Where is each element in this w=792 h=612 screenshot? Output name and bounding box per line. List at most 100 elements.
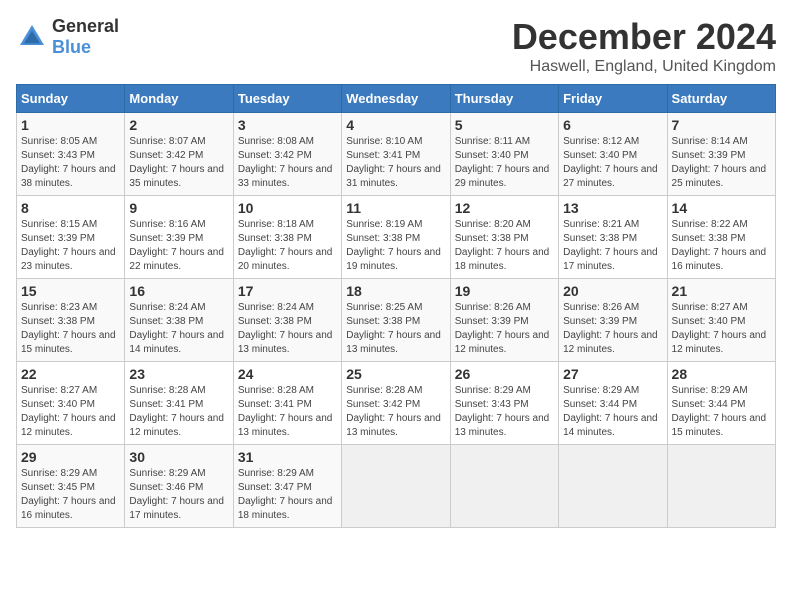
day-info: Sunrise: 8:20 AMSunset: 3:38 PMDaylight:… — [455, 218, 554, 274]
day-info: Sunrise: 8:28 AMSunset: 3:41 PMDaylight:… — [129, 384, 228, 440]
calendar-day-cell: 12 Sunrise: 8:20 AMSunset: 3:38 PMDayligh… — [450, 196, 558, 279]
calendar-day-cell: 27 Sunrise: 8:29 AMSunset: 3:44 PMDayligh… — [559, 362, 667, 445]
day-info: Sunrise: 8:29 AMSunset: 3:44 PMDaylight:… — [672, 384, 771, 440]
day-info: Sunrise: 8:29 AMSunset: 3:46 PMDaylight:… — [129, 467, 228, 523]
day-number: 30 — [129, 449, 228, 465]
day-number: 14 — [672, 200, 771, 216]
calendar-week-row: 22 Sunrise: 8:27 AMSunset: 3:40 PMDayligh… — [17, 362, 776, 445]
month-title: December 2024 — [512, 16, 776, 58]
calendar-day-cell — [450, 445, 558, 528]
day-info: Sunrise: 8:05 AMSunset: 3:43 PMDaylight:… — [21, 135, 120, 191]
title-section: December 2024 Haswell, England, United K… — [512, 16, 776, 76]
day-info: Sunrise: 8:23 AMSunset: 3:38 PMDaylight:… — [21, 301, 120, 357]
weekday-header: Thursday — [450, 85, 558, 113]
logo-icon — [16, 21, 48, 53]
calendar-day-cell: 24Sunrise: 8:28 AMSunset: 3:41 PMDayligh… — [233, 362, 341, 445]
day-info: Sunrise: 8:19 AMSunset: 3:38 PMDaylight:… — [346, 218, 445, 274]
calendar-day-cell: 6Sunrise: 8:12 AMSunset: 3:40 PMDaylight… — [559, 113, 667, 196]
weekday-header: Friday — [559, 85, 667, 113]
day-number: 16 — [129, 283, 228, 299]
day-info: Sunrise: 8:21 AMSunset: 3:38 PMDaylight:… — [563, 218, 662, 274]
day-number: 20 — [563, 283, 662, 299]
day-number: 4 — [346, 117, 445, 133]
day-info: Sunrise: 8:07 AMSunset: 3:42 PMDaylight:… — [129, 135, 228, 191]
calendar-day-cell: 26 Sunrise: 8:29 AMSunset: 3:43 PMDayligh… — [450, 362, 558, 445]
calendar-table: SundayMondayTuesdayWednesdayThursdayFrid… — [16, 84, 776, 528]
day-info: Sunrise: 8:26 AMSunset: 3:39 PMDaylight:… — [455, 301, 554, 357]
day-info: Sunrise: 8:28 AMSunset: 3:42 PMDaylight:… — [346, 384, 445, 440]
day-number: 2 — [129, 117, 228, 133]
calendar-day-cell: 18 Sunrise: 8:25 AMSunset: 3:38 PMDayligh… — [342, 279, 450, 362]
day-info: Sunrise: 8:26 AMSunset: 3:39 PMDaylight:… — [563, 301, 662, 357]
calendar-day-cell: 7Sunrise: 8:14 AMSunset: 3:39 PMDaylight… — [667, 113, 775, 196]
calendar-day-cell: 22 Sunrise: 8:27 AMSunset: 3:40 PMDayligh… — [17, 362, 125, 445]
day-number: 31 — [238, 449, 337, 465]
calendar-week-row: 29 Sunrise: 8:29 AMSunset: 3:45 PMDayligh… — [17, 445, 776, 528]
calendar-header: SundayMondayTuesdayWednesdayThursdayFrid… — [17, 85, 776, 113]
weekday-header: Wednesday — [342, 85, 450, 113]
day-number: 22 — [21, 366, 120, 382]
day-info: Sunrise: 8:27 AMSunset: 3:40 PMDaylight:… — [21, 384, 120, 440]
day-info: Sunrise: 8:25 AMSunset: 3:38 PMDaylight:… — [346, 301, 445, 357]
day-info: Sunrise: 8:29 AMSunset: 3:43 PMDaylight:… — [455, 384, 554, 440]
calendar-day-cell: 9 Sunrise: 8:16 AMSunset: 3:39 PMDaylight… — [125, 196, 233, 279]
day-info: Sunrise: 8:11 AMSunset: 3:40 PMDaylight:… — [455, 135, 554, 191]
day-number: 21 — [672, 283, 771, 299]
calendar-day-cell: 16 Sunrise: 8:24 AMSunset: 3:38 PMDayligh… — [125, 279, 233, 362]
logo: General Blue — [16, 16, 119, 58]
calendar-day-cell: 29 Sunrise: 8:29 AMSunset: 3:45 PMDayligh… — [17, 445, 125, 528]
day-number: 13 — [563, 200, 662, 216]
calendar-day-cell: 28 Sunrise: 8:29 AMSunset: 3:44 PMDayligh… — [667, 362, 775, 445]
day-number: 1 — [21, 117, 120, 133]
calendar-day-cell — [667, 445, 775, 528]
calendar-day-cell: 31 Sunrise: 8:29 AMSunset: 3:47 PMDayligh… — [233, 445, 341, 528]
day-number: 10 — [238, 200, 337, 216]
calendar-week-row: 1 Sunrise: 8:05 AMSunset: 3:43 PMDaylight… — [17, 113, 776, 196]
weekday-header: Sunday — [17, 85, 125, 113]
day-info: Sunrise: 8:12 AMSunset: 3:40 PMDaylight:… — [563, 135, 662, 191]
calendar-day-cell: 21 Sunrise: 8:27 AMSunset: 3:40 PMDayligh… — [667, 279, 775, 362]
day-number: 12 — [455, 200, 554, 216]
day-info: Sunrise: 8:24 AMSunset: 3:38 PMDaylight:… — [129, 301, 228, 357]
day-info: Sunrise: 8:10 AMSunset: 3:41 PMDaylight:… — [346, 135, 445, 191]
calendar-day-cell: 20 Sunrise: 8:26 AMSunset: 3:39 PMDayligh… — [559, 279, 667, 362]
day-info: Sunrise: 8:08 AMSunset: 3:42 PMDaylight:… — [238, 135, 337, 191]
calendar-day-cell: 11 Sunrise: 8:19 AMSunset: 3:38 PMDayligh… — [342, 196, 450, 279]
calendar-day-cell: 5 Sunrise: 8:11 AMSunset: 3:40 PMDaylight… — [450, 113, 558, 196]
day-info: Sunrise: 8:27 AMSunset: 3:40 PMDaylight:… — [672, 301, 771, 357]
day-number: 27 — [563, 366, 662, 382]
day-info: Sunrise: 8:18 AMSunset: 3:38 PMDaylight:… — [238, 218, 337, 274]
calendar-day-cell: 14Sunrise: 8:22 AMSunset: 3:38 PMDayligh… — [667, 196, 775, 279]
day-number: 9 — [129, 200, 228, 216]
day-number: 8 — [21, 200, 120, 216]
day-number: 11 — [346, 200, 445, 216]
calendar-day-cell: 2 Sunrise: 8:07 AMSunset: 3:42 PMDaylight… — [125, 113, 233, 196]
calendar-day-cell: 30 Sunrise: 8:29 AMSunset: 3:46 PMDayligh… — [125, 445, 233, 528]
day-info: Sunrise: 8:29 AMSunset: 3:47 PMDaylight:… — [238, 467, 337, 523]
calendar-day-cell: 8 Sunrise: 8:15 AMSunset: 3:39 PMDaylight… — [17, 196, 125, 279]
day-number: 18 — [346, 283, 445, 299]
calendar-day-cell: 1 Sunrise: 8:05 AMSunset: 3:43 PMDaylight… — [17, 113, 125, 196]
calendar-day-cell — [559, 445, 667, 528]
day-number: 29 — [21, 449, 120, 465]
logo-blue: Blue — [52, 37, 91, 57]
day-number: 15 — [21, 283, 120, 299]
day-info: Sunrise: 8:29 AMSunset: 3:45 PMDaylight:… — [21, 467, 120, 523]
calendar-day-cell: 15 Sunrise: 8:23 AMSunset: 3:38 PMDayligh… — [17, 279, 125, 362]
day-info: Sunrise: 8:15 AMSunset: 3:39 PMDaylight:… — [21, 218, 120, 274]
day-info: Sunrise: 8:28 AMSunset: 3:41 PMDaylight:… — [238, 384, 337, 440]
day-number: 5 — [455, 117, 554, 133]
day-number: 7 — [672, 117, 771, 133]
weekday-header: Monday — [125, 85, 233, 113]
day-info: Sunrise: 8:16 AMSunset: 3:39 PMDaylight:… — [129, 218, 228, 274]
day-number: 26 — [455, 366, 554, 382]
day-number: 28 — [672, 366, 771, 382]
day-number: 25 — [346, 366, 445, 382]
day-info: Sunrise: 8:29 AMSunset: 3:44 PMDaylight:… — [563, 384, 662, 440]
day-info: Sunrise: 8:24 AMSunset: 3:38 PMDaylight:… — [238, 301, 337, 357]
weekday-header: Tuesday — [233, 85, 341, 113]
calendar-week-row: 15 Sunrise: 8:23 AMSunset: 3:38 PMDayligh… — [17, 279, 776, 362]
header-row: SundayMondayTuesdayWednesdayThursdayFrid… — [17, 85, 776, 113]
logo-text: General Blue — [52, 16, 119, 58]
calendar-day-cell: 19Sunrise: 8:26 AMSunset: 3:39 PMDayligh… — [450, 279, 558, 362]
